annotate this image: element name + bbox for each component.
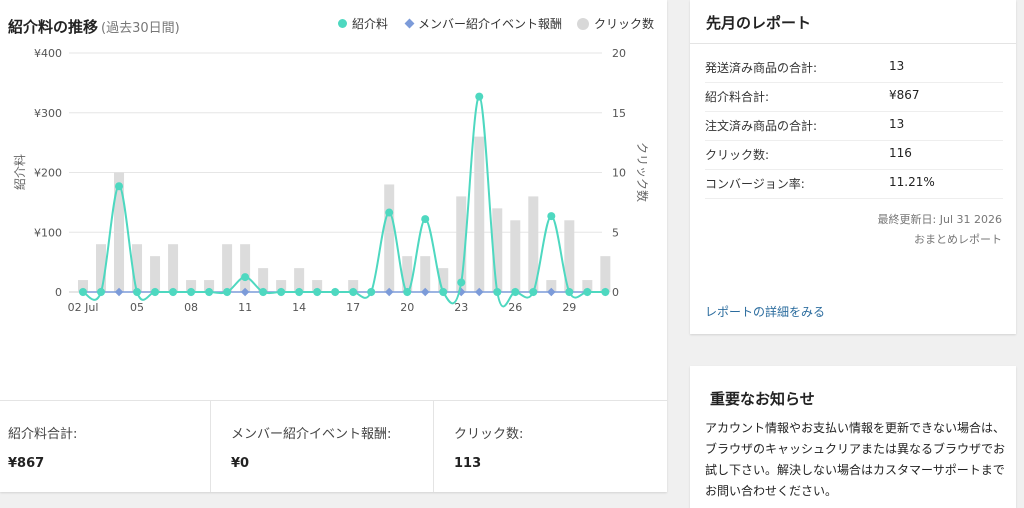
commission-point — [439, 288, 448, 296]
commission-point — [457, 278, 466, 287]
y-left-tick-label: ¥200 — [34, 167, 62, 180]
x-tick-label: 11 — [238, 301, 252, 314]
stat-clicks: クリック数: 113 — [434, 401, 667, 492]
commission-point — [583, 288, 592, 296]
stat-member-event-reward-value: ¥0 — [231, 456, 250, 471]
y-right-axis-title: クリック数 — [635, 142, 650, 202]
commission-point — [547, 212, 556, 221]
report-summary-note: おまとめレポート — [914, 233, 1002, 246]
commission-point — [133, 288, 142, 296]
report-row-value: 116 — [889, 146, 912, 160]
report-row-value: ¥867 — [889, 88, 920, 102]
x-tick-label: 23 — [454, 301, 468, 314]
click-bar — [474, 136, 485, 292]
commission-point — [385, 208, 394, 217]
commission-point — [169, 288, 178, 296]
commission-point — [223, 288, 232, 296]
report-row-value: 13 — [889, 59, 905, 73]
report-header: 先月のレポート — [690, 0, 1016, 44]
stat-clicks-value: 113 — [454, 456, 482, 471]
last-month-report-panel: 先月のレポート 発送済み商品の合計: 13 紹介料合計: ¥867 注文済み商品… — [690, 0, 1016, 334]
click-bar — [600, 256, 611, 292]
report-row-label: 注文済み商品の合計: — [705, 119, 818, 133]
click-bar — [240, 244, 251, 292]
x-tick-label: 29 — [562, 301, 576, 314]
commission-point — [241, 273, 250, 282]
x-tick-label: 20 — [400, 301, 414, 314]
commission-point — [403, 288, 412, 296]
commission-point — [205, 288, 214, 296]
y-left-axis-title: 紹介料 — [13, 154, 27, 190]
commission-line — [82, 95, 606, 308]
x-tick-label: 26 — [508, 301, 522, 314]
y-right-tick-label: 15 — [612, 107, 626, 120]
notice-title: 重要なお知らせ — [710, 390, 815, 408]
stat-member-event-reward: メンバー紹介イベント報酬: ¥0 — [211, 401, 434, 492]
y-right-tick-label: 0 — [612, 286, 619, 299]
stat-commission-total-value: ¥867 — [8, 456, 45, 471]
y-right-tick-label: 5 — [612, 226, 619, 239]
commission-point — [295, 288, 304, 296]
commission-point — [259, 288, 268, 296]
y-left-tick-label: ¥100 — [34, 226, 62, 239]
y-right-tick-label: 10 — [612, 167, 626, 180]
click-bar — [420, 256, 431, 292]
y-left-tick-label: 0 — [55, 286, 62, 299]
report-row-label: 紹介料合計: — [705, 90, 770, 104]
stat-commission-total-label: 紹介料合計: — [8, 427, 78, 442]
report-title: 先月のレポート — [706, 14, 812, 32]
x-tick-label: 14 — [292, 301, 306, 314]
commission-point — [277, 288, 286, 296]
stat-member-event-reward-label: メンバー紹介イベント報酬: — [231, 427, 392, 442]
report-row-value: 11.21% — [889, 175, 935, 189]
commission-point — [421, 215, 430, 224]
commission-point — [601, 288, 610, 296]
commission-point — [493, 288, 502, 296]
commission-point — [151, 288, 160, 296]
report-row-shipped-items: 発送済み商品の合計: 13 — [705, 53, 1003, 83]
y-right-tick-label: 20 — [612, 47, 626, 60]
commission-point — [475, 92, 484, 101]
report-detail-link[interactable]: レポートの詳細をみる — [705, 303, 825, 320]
report-row-label: クリック数: — [705, 148, 770, 162]
commission-point — [187, 288, 196, 296]
stat-clicks-label: クリック数: — [454, 427, 524, 442]
y-left-tick-label: ¥300 — [34, 107, 62, 120]
click-bar — [222, 244, 233, 292]
x-tick-label: 08 — [184, 301, 198, 314]
report-row-commission-total: 紹介料合計: ¥867 — [705, 82, 1003, 112]
commission-point — [349, 288, 358, 296]
commission-point — [313, 288, 322, 296]
click-bar — [150, 256, 161, 292]
click-bar — [384, 184, 395, 292]
x-tick-label: 02 Jul — [68, 301, 99, 314]
x-tick-label: 05 — [130, 301, 144, 314]
commission-point — [565, 288, 574, 296]
commission-trend-panel: 紹介料の推移 (過去30日間) 紹介料 メンバー紹介イベント報酬 クリック数 0 ¥… — [0, 0, 667, 492]
click-bar — [168, 244, 179, 292]
report-row-label: コンバージョン率: — [705, 177, 805, 191]
report-last-updated: 最終更新日: Jul 31 2026 — [877, 213, 1002, 226]
report-row-conversion-rate: コンバージョン率: 11.21% — [705, 169, 1003, 199]
commission-chart: 0¥100¥200¥300¥40005101520紹介料 クリック数02 Jul 0… — [13, 47, 650, 314]
report-row-label: 発送済み商品の合計: — [705, 61, 818, 75]
report-row-value: 13 — [889, 117, 905, 131]
commission-point — [79, 288, 87, 296]
stat-commission-total: 紹介料合計: ¥867 — [0, 401, 211, 492]
click-bar — [114, 172, 125, 292]
commission-point — [331, 288, 340, 296]
commission-point — [511, 288, 520, 296]
click-bar — [510, 220, 521, 292]
commission-point — [97, 288, 106, 296]
report-row-clicks: クリック数: 116 — [705, 140, 1003, 170]
important-notice-panel: 重要なお知らせ アカウント情報やお支払い情報を更新できない場合は、ブラウザのキャ… — [690, 366, 1016, 508]
commission-point — [115, 182, 124, 191]
commission-point — [529, 288, 538, 296]
y-left-tick-label: ¥400 — [34, 47, 62, 60]
notice-body: アカウント情報やお支払い情報を更新できない場合は、ブラウザのキャッシュクリアまた… — [705, 421, 1006, 498]
commission-point — [367, 288, 376, 296]
report-row-ordered-items: 注文済み商品の合計: 13 — [705, 111, 1003, 141]
x-tick-label: 17 — [346, 301, 360, 314]
